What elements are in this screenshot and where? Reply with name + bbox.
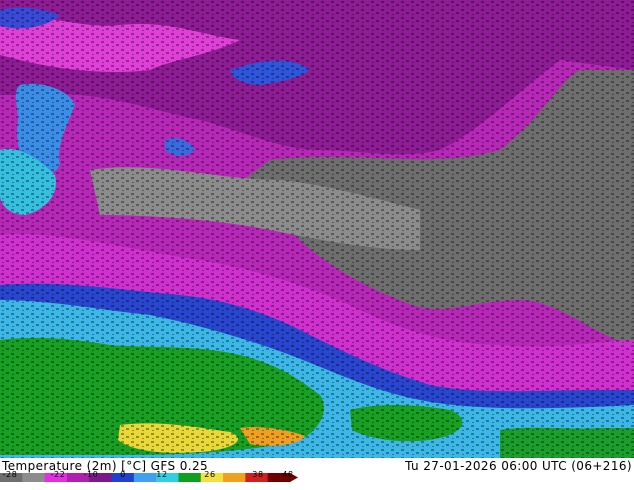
map-title: Temperature (2m) [°C] GFS 0.25 xyxy=(2,459,209,473)
colorbar-segment xyxy=(22,473,46,482)
map-footer: Temperature (2m) [°C] GFS 0.25 Tu 27-01-… xyxy=(0,458,634,490)
legend-tick: -10 xyxy=(83,470,99,479)
legend-tick: 48 xyxy=(282,470,294,479)
legend-tick: 26 xyxy=(204,470,216,479)
legend-tick: 38 xyxy=(252,470,264,479)
colorbar-segment xyxy=(133,473,157,482)
value-texture xyxy=(0,0,634,458)
weather-map-view: Temperature (2m) [°C] GFS 0.25 Tu 27-01-… xyxy=(0,0,634,490)
colorbar-segment xyxy=(223,473,246,482)
legend-tick: 12 xyxy=(156,470,168,479)
legend-tick: 0 xyxy=(120,470,126,479)
temperature-map xyxy=(0,0,634,458)
legend-tick: -22 xyxy=(50,470,66,479)
colorbar-segment xyxy=(178,473,202,482)
valid-time: Tu 27-01-2026 06:00 UTC (06+216) xyxy=(405,459,632,473)
legend-tick: -28 xyxy=(2,470,18,479)
